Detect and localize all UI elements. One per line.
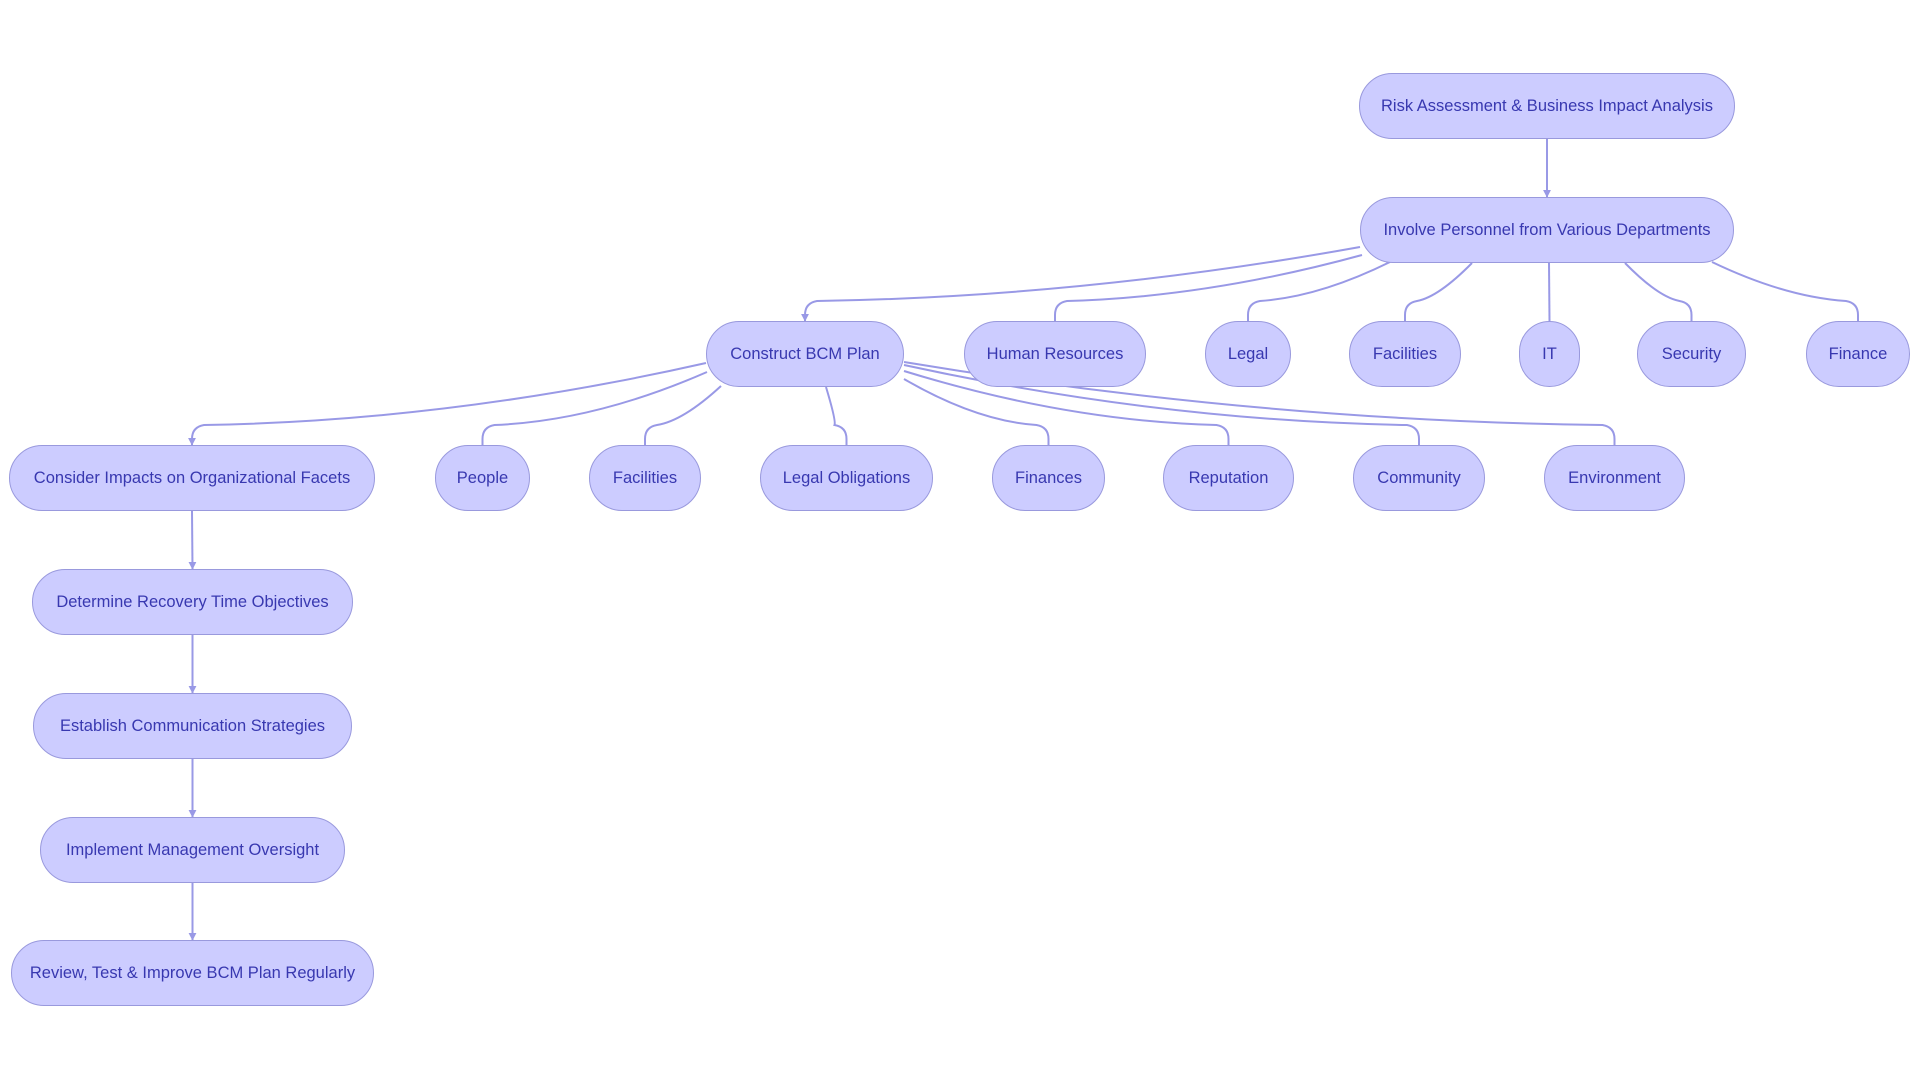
edge-construct-to-people bbox=[481, 371, 708, 445]
node-reputation[interactable]: Reputation bbox=[1163, 445, 1294, 511]
node-determine-rto[interactable]: Determine Recovery Time Objectives bbox=[32, 569, 353, 635]
node-facilities-department[interactable]: Facilities bbox=[1349, 321, 1461, 387]
node-finances[interactable]: Finances bbox=[992, 445, 1105, 511]
node-people[interactable]: People bbox=[435, 445, 530, 511]
node-review-test-improve[interactable]: Review, Test & Improve BCM Plan Regularl… bbox=[11, 940, 374, 1006]
node-environment[interactable]: Environment bbox=[1544, 445, 1685, 511]
edge-involve-to-construct bbox=[801, 246, 1361, 322]
node-community[interactable]: Community bbox=[1353, 445, 1485, 511]
node-management-oversight[interactable]: Implement Management Oversight bbox=[40, 817, 345, 883]
edge-consider-to-rto bbox=[188, 510, 197, 570]
node-communication-strategies[interactable]: Establish Communication Strategies bbox=[33, 693, 352, 759]
node-human-resources[interactable]: Human Resources bbox=[964, 321, 1146, 387]
edge-involve-to-hr bbox=[1054, 254, 1363, 321]
edges-layer bbox=[188, 139, 1859, 941]
node-finance[interactable]: Finance bbox=[1806, 321, 1910, 387]
node-risk-assessment[interactable]: Risk Assessment & Business Impact Analys… bbox=[1359, 73, 1735, 139]
node-legal-obligations[interactable]: Legal Obligations bbox=[760, 445, 933, 511]
node-facilities-facet[interactable]: Facilities bbox=[589, 445, 701, 511]
edge-involve-to-legal bbox=[1247, 261, 1391, 321]
node-involve-personnel[interactable]: Involve Personnel from Various Departmen… bbox=[1360, 197, 1734, 263]
node-legal[interactable]: Legal bbox=[1205, 321, 1291, 387]
node-security[interactable]: Security bbox=[1637, 321, 1746, 387]
node-consider-impacts[interactable]: Consider Impacts on Organizational Facet… bbox=[9, 445, 375, 511]
edge-involve-to-it bbox=[1548, 262, 1551, 322]
edge-construct-to-legalobl bbox=[825, 386, 848, 445]
edge-involve-to-facilities1 bbox=[1404, 262, 1473, 321]
edge-involve-to-security bbox=[1624, 262, 1693, 321]
edge-construct-to-consider bbox=[188, 362, 707, 446]
node-it[interactable]: IT bbox=[1519, 321, 1580, 387]
edge-involve-to-finance bbox=[1711, 261, 1859, 321]
node-construct-bcm-plan[interactable]: Construct BCM Plan bbox=[706, 321, 904, 387]
edge-construct-to-facilities2 bbox=[644, 385, 722, 445]
